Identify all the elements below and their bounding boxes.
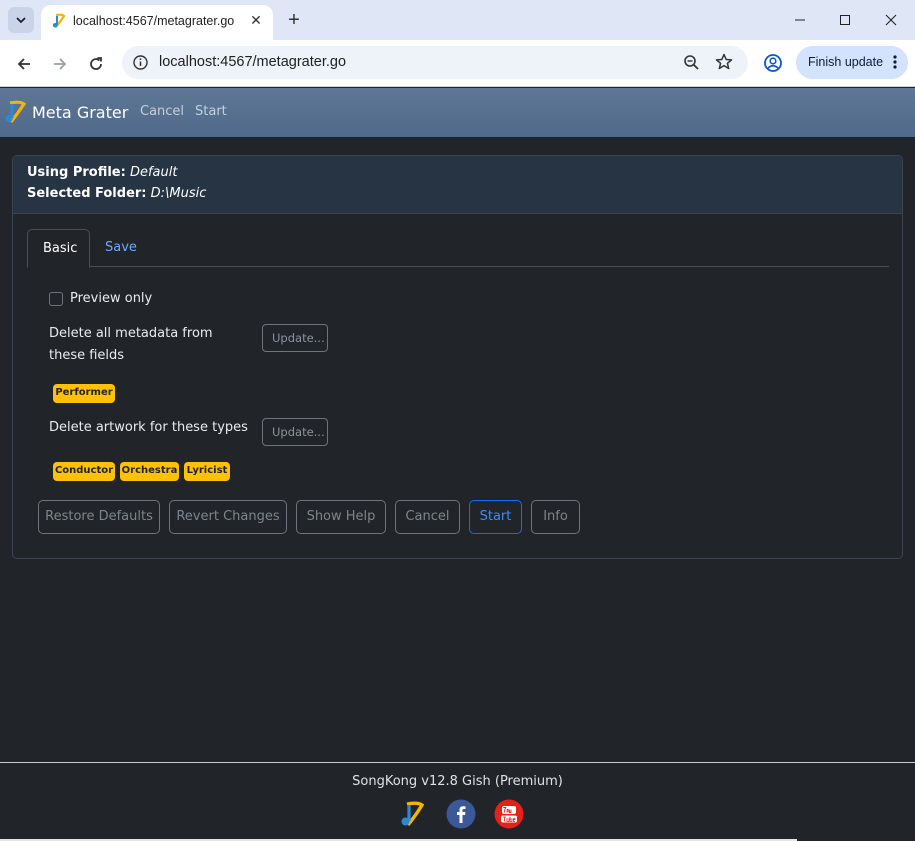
preview-only-checkbox[interactable] [49,292,63,306]
update-metadata-fields-label: Update... [272,331,325,345]
minimize-icon [795,19,805,21]
nav-cancel-link[interactable]: Cancel [140,104,184,119]
new-tab-button[interactable]: + [283,9,305,31]
folder-line: Selected Folder: D:\Music [27,186,206,201]
site-info-icon[interactable] [132,54,149,71]
revert-changes-button[interactable]: Revert Changes [169,500,287,534]
folder-label: Selected Folder: [27,186,147,201]
browser-tab-strip: localhost:4567/metagrater.go ✕ + [0,0,915,40]
browser-toolbar: localhost:4567/metagrater.go Finish upda… [0,40,915,87]
songkong-logo-icon[interactable] [397,799,427,829]
reload-icon [90,57,102,70]
address-bar[interactable]: localhost:4567/metagrater.go [122,46,748,79]
profile-line: Using Profile: Default [27,165,177,180]
chevron-down-icon [16,17,26,24]
metadata-field-badge-label: Performer [55,387,113,398]
browser-tab[interactable]: localhost:4567/metagrater.go ✕ [41,5,273,40]
tab-title: localhost:4567/metagrater.go [73,14,235,28]
revert-changes-label: Revert Changes [176,509,280,524]
footer-divider [0,762,915,763]
start-label: Start [479,509,512,524]
profile-icon[interactable] [762,52,784,74]
finish-update-button[interactable]: Finish update [796,46,908,79]
close-window-button[interactable] [868,0,914,40]
more-vertical-icon [893,55,897,69]
delete-artwork-label: Delete artwork for these types [49,420,248,435]
artwork-type-badge: Conductor [53,462,115,481]
minimize-button[interactable] [777,0,823,40]
start-button[interactable]: Start [469,500,522,534]
show-help-button[interactable]: Show Help [296,500,386,534]
app-navbar: Meta Grater Cancel Start [0,88,915,137]
delete-metadata-label: Delete all metadata from these fields [49,326,213,363]
youtube-icon[interactable] [494,799,524,829]
forward-button[interactable] [47,51,73,77]
artwork-type-badge: Lyricist [184,462,230,481]
close-tab-icon[interactable]: ✕ [247,12,265,30]
cancel-label: Cancel [405,509,450,524]
nav-start-link[interactable]: Start [195,104,227,119]
update-artwork-types-button[interactable]: Update... [262,418,328,446]
update-metadata-fields-button[interactable]: Update... [262,324,328,352]
version-text: SongKong v12.8 Gish (Premium) [352,774,563,789]
brand-title[interactable]: Meta Grater [32,103,128,122]
folder-value: D:\Music [150,186,207,201]
tab-basic-label: Basic [43,241,78,256]
finish-update-label: Finish update [808,55,884,69]
info-button[interactable]: Info [531,500,580,534]
profile-value: Default [129,165,178,180]
zoom-icon[interactable] [682,53,701,72]
artwork-type-badge-label: Conductor [54,465,114,476]
songkong-favicon-icon [52,13,66,28]
back-button[interactable] [11,51,37,77]
facebook-icon[interactable] [446,799,476,829]
restore-defaults-label: Restore Defaults [45,509,153,524]
show-help-label: Show Help [306,509,376,524]
maximize-icon [840,15,850,25]
artwork-type-badge: Orchestra [120,462,179,481]
tab-basic[interactable]: Basic [27,229,90,268]
close-icon [885,14,897,26]
bookmark-star-icon[interactable] [714,52,734,72]
restore-defaults-button[interactable]: Restore Defaults [38,500,160,534]
tab-search-button[interactable] [8,7,34,33]
update-artwork-types-label: Update... [272,425,325,439]
profile-label: Using Profile: [27,165,126,180]
artwork-type-badge-label: Lyricist [186,465,228,476]
preview-only-label[interactable]: Preview only [70,291,152,306]
tab-save[interactable]: Save [105,240,137,255]
arrow-left-icon [17,58,30,70]
songkong-logo-icon [5,100,27,123]
maximize-button[interactable] [822,0,868,40]
info-label: Info [543,509,568,524]
url-text[interactable]: localhost:4567/metagrater.go [159,54,346,70]
cancel-button[interactable]: Cancel [395,500,460,534]
card-header: Using Profile: Default Selected Folder: … [13,156,902,214]
metadata-field-badge: Performer [53,384,115,403]
artwork-type-badge-label: Orchestra [121,465,178,476]
reload-button[interactable] [83,51,109,77]
settings-card: Using Profile: Default Selected Folder: … [12,155,903,559]
tab-bar: Basic Save [27,229,889,268]
arrow-right-icon [54,58,67,70]
